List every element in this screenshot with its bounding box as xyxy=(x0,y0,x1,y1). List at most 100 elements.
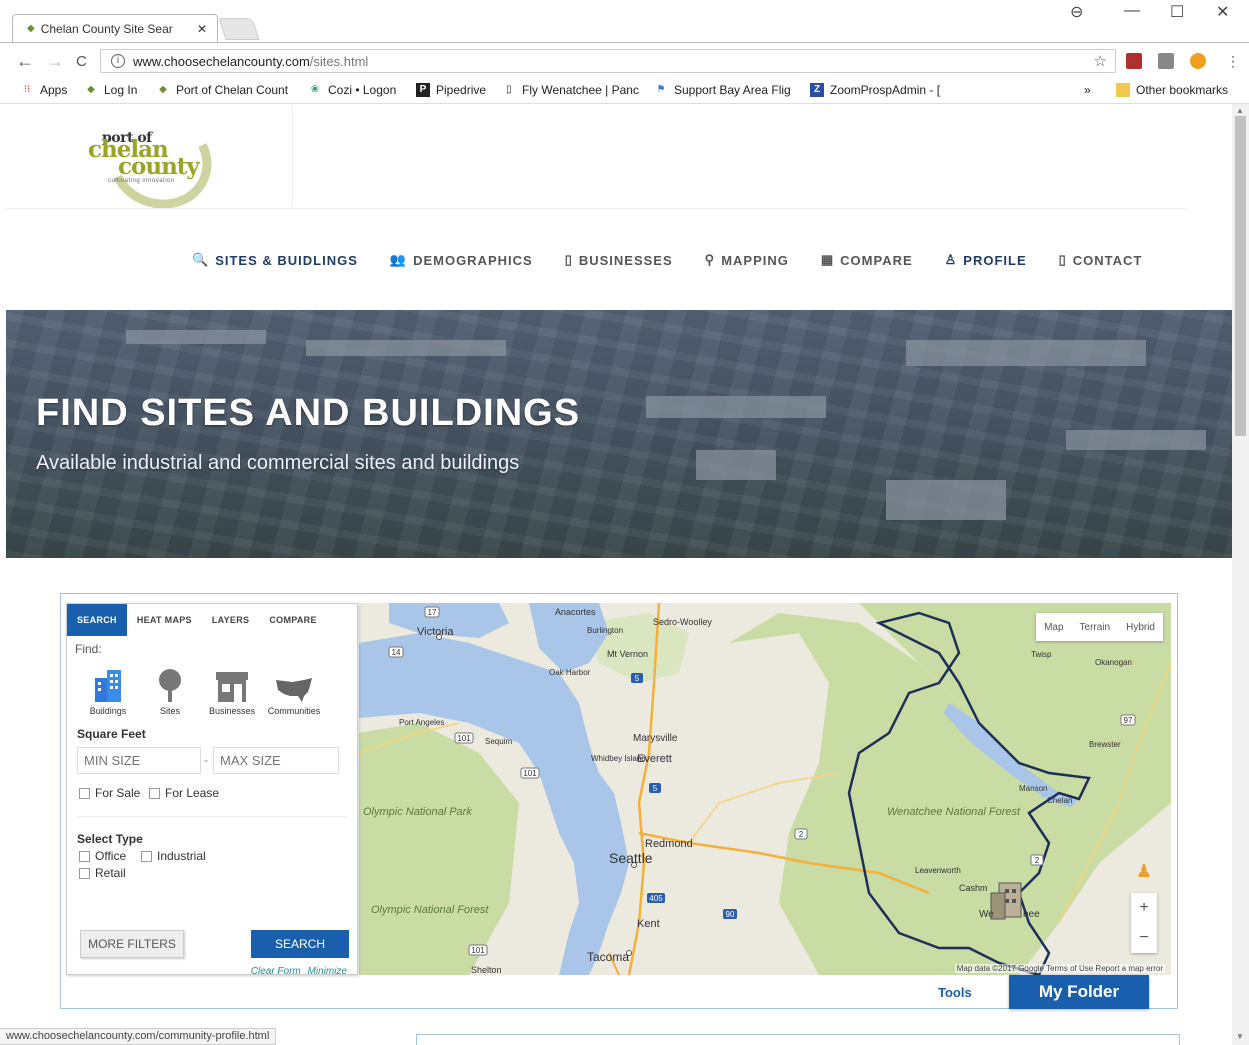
tree-icon xyxy=(139,666,201,702)
maximize-button[interactable]: ☐ xyxy=(1170,2,1184,22)
checkbox-box[interactable] xyxy=(79,867,90,879)
back-button[interactable]: ← xyxy=(16,51,34,72)
browser-tab[interactable]: ◆ Chelan County Site Sear ✕ xyxy=(12,14,218,42)
bookmark-port-of-chelan[interactable]: ◆ Port of Chelan Count xyxy=(156,83,288,97)
map-label: Twisp xyxy=(1031,650,1052,659)
tab-compare[interactable]: COMPARE xyxy=(259,604,326,636)
bookmark-zoomprosp[interactable]: Z ZoomProspAdmin - [ xyxy=(810,83,940,97)
address-toolbar: ← → C i www.choosechelancounty.com/sites… xyxy=(0,42,1249,78)
new-tab-button[interactable] xyxy=(218,18,260,40)
checkbox-box[interactable] xyxy=(79,787,90,799)
street-view-pegman-icon[interactable]: ♟ xyxy=(1133,861,1155,885)
checkbox-box[interactable] xyxy=(149,787,160,799)
map-label: Mt Vernon xyxy=(607,649,648,659)
map-type-map[interactable]: Map xyxy=(1036,613,1071,641)
map-label: Burlington xyxy=(587,626,623,635)
nav-contact[interactable]: ▯ CONTACT xyxy=(1059,250,1143,270)
map-label: Redmond xyxy=(645,838,693,850)
map-label: Oak Harbor xyxy=(549,668,591,677)
road-shield: 90 xyxy=(726,910,735,919)
nav-businesses[interactable]: ▯ BUSINESSES xyxy=(565,250,673,270)
for-sale-checkbox[interactable]: For Sale xyxy=(79,786,140,800)
menu-icon[interactable]: ⋮ xyxy=(1226,53,1240,70)
bookmark-star-icon[interactable]: ☆ xyxy=(1094,52,1107,70)
map-view[interactable]: 17 14 5 101 101 5 2 2 97 405 90 101 Vict… xyxy=(359,603,1171,975)
type-businesses[interactable]: Businesses xyxy=(201,666,263,716)
bookmark-fly-wenatchee[interactable]: ▯ Fly Wenatchee | Panc xyxy=(502,83,639,97)
for-lease-checkbox[interactable]: For Lease xyxy=(149,786,219,800)
info-icon[interactable]: i xyxy=(111,54,125,68)
tab-heat-maps[interactable]: HEAT MAPS xyxy=(127,604,202,636)
map-label: Port Angeles xyxy=(399,718,444,727)
minimize-link[interactable]: Minimize xyxy=(308,966,347,977)
scrollbar-thumb[interactable] xyxy=(1235,116,1246,436)
close-window-button[interactable]: ✕ xyxy=(1216,2,1229,22)
more-filters-button[interactable]: MORE FILTERS xyxy=(80,930,184,958)
type-buildings[interactable]: Buildings xyxy=(77,666,139,716)
retail-checkbox[interactable]: Retail xyxy=(79,866,126,880)
port-of-chelan-logo[interactable]: port of chelan county cultivating innova… xyxy=(82,104,225,223)
zoom-in-button[interactable]: + xyxy=(1139,899,1148,917)
zoom-out-button[interactable]: − xyxy=(1139,929,1148,947)
tab-search[interactable]: SEARCH xyxy=(67,604,127,636)
nav-demographics[interactable]: 👥 DEMOGRAPHICS xyxy=(390,250,533,270)
bookmarks-overflow[interactable]: » xyxy=(1084,83,1091,97)
map-canvas[interactable]: 17 14 5 101 101 5 2 2 97 405 90 101 Vict… xyxy=(359,603,1171,975)
pdf-extension-icon[interactable] xyxy=(1126,53,1142,69)
port-logo-icon: ◆ xyxy=(159,84,167,95)
scroll-down-arrow-icon[interactable]: ▼ xyxy=(1236,1032,1244,1041)
hero-banner: FIND SITES AND BUILDINGS Available indus… xyxy=(6,310,1232,558)
reload-button[interactable]: C xyxy=(76,53,87,70)
road-shield: 17 xyxy=(428,608,437,617)
industrial-checkbox[interactable]: Industrial xyxy=(141,849,206,863)
url-input[interactable]: i www.choosechelancounty.com/sites.html … xyxy=(100,49,1116,73)
other-bookmarks[interactable]: Other bookmarks xyxy=(1116,83,1228,97)
forward-button[interactable]: → xyxy=(46,51,64,72)
tools-link[interactable]: Tools xyxy=(938,985,972,1000)
panel-links: Clear Form Minimize xyxy=(247,966,347,977)
map-label: hee xyxy=(1023,909,1040,920)
extension-icon[interactable] xyxy=(1158,53,1174,69)
bookmark-cozi[interactable]: ❀ Cozi • Logon xyxy=(308,83,396,97)
hero-photo-detail xyxy=(886,480,1006,520)
bookmark-pipedrive[interactable]: P Pipedrive xyxy=(416,83,486,97)
nav-sites-buildings[interactable]: 🔍 SITES & BUIDLINGS xyxy=(192,250,358,270)
office-checkbox[interactable]: Office xyxy=(79,849,126,863)
bookmark-apps[interactable]: ⁝⁝ Apps xyxy=(20,83,68,97)
scroll-up-arrow-icon[interactable]: ▲ xyxy=(1236,106,1244,115)
minimize-button[interactable]: — xyxy=(1124,2,1140,20)
bookmark-log-in[interactable]: ◆ Log In xyxy=(84,83,137,97)
nav-mapping[interactable]: ⚲ MAPPING xyxy=(705,250,789,270)
panel-tabs: SEARCH HEAT MAPS LAYERS COMPARE xyxy=(67,604,357,636)
search-icon: 🔍 xyxy=(192,252,210,267)
checkbox-box[interactable] xyxy=(79,850,90,862)
chart-icon: ▦ xyxy=(820,252,835,267)
tab-close-icon[interactable]: ✕ xyxy=(197,22,207,36)
road-shield: 14 xyxy=(392,648,401,657)
map-attribution: Map data ©2017 Google Terms of Use Repor… xyxy=(954,964,1165,973)
checkbox-box[interactable] xyxy=(141,850,152,862)
type-sites[interactable]: Sites xyxy=(139,666,201,716)
map-type-terrain[interactable]: Terrain xyxy=(1072,613,1119,641)
square-feet-label: Square Feet xyxy=(77,727,146,741)
nav-profile[interactable]: ♙ PROFILE xyxy=(945,250,1027,270)
road-shield: 101 xyxy=(457,734,471,743)
max-size-input[interactable] xyxy=(213,747,339,774)
url-path: /sites.html xyxy=(309,53,369,69)
tab-layers[interactable]: LAYERS xyxy=(202,604,259,636)
map-type-hybrid[interactable]: Hybrid xyxy=(1118,613,1163,641)
search-button[interactable]: SEARCH xyxy=(251,930,349,958)
bookmark-support-bay-area[interactable]: ⚑ Support Bay Area Flig xyxy=(654,83,791,97)
type-communities[interactable]: Communities xyxy=(263,666,325,716)
extension-icon[interactable] xyxy=(1190,53,1206,69)
min-size-input[interactable] xyxy=(77,747,201,774)
map-label: Olympic National Forest xyxy=(371,904,489,916)
profile-icon[interactable]: ⊖ xyxy=(1070,2,1083,22)
clear-form-link[interactable]: Clear Form xyxy=(251,966,301,977)
road-shield: 5 xyxy=(635,674,640,683)
filter-divider xyxy=(77,816,347,817)
my-folder-button[interactable]: My Folder xyxy=(1009,975,1149,1009)
nav-compare[interactable]: ▦ COMPARE xyxy=(821,250,913,270)
page-scrollbar[interactable]: ▲ ▼ xyxy=(1232,104,1249,1045)
page-icon: ▯ xyxy=(506,84,512,95)
